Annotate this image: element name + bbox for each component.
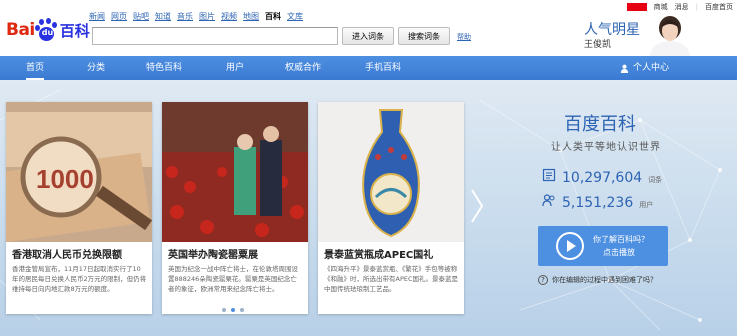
message-link[interactable]: 消息: [675, 2, 689, 12]
news-card-1[interactable]: 1000 香港取消人民币兑换限额 香港金管局宣布，11月17日起取消实行了10年…: [6, 102, 152, 314]
entries-count: 10,297,604: [562, 170, 643, 186]
search-input[interactable]: [92, 27, 338, 45]
navbar-mobile[interactable]: 手机百科: [365, 56, 401, 80]
user-icon: [620, 64, 629, 73]
nav-link-web[interactable]: 网页: [111, 11, 127, 22]
nav-link-tieba[interactable]: 贴吧: [133, 11, 149, 22]
header: Bai du 百科 新闻 网页 贴吧 知道 音乐 图片 视频 地图 百科 文库 …: [0, 0, 737, 56]
carousel-dot-2[interactable]: [231, 308, 235, 312]
card-title[interactable]: 英国举办陶瓷罂粟展: [168, 246, 258, 261]
nav-link-video[interactable]: 视频: [221, 11, 237, 22]
poppy-exhibition-image: [162, 102, 308, 242]
baidu-home-link[interactable]: 百度首页: [705, 2, 733, 12]
popular-star-title[interactable]: 人气明星: [584, 19, 640, 39]
users-count: 5,151,236: [562, 195, 634, 211]
entries-unit: 词条: [648, 176, 663, 184]
enter-entry-button[interactable]: 进入词条: [342, 27, 394, 45]
baike-title: 百度百科: [564, 114, 636, 135]
nav-link-zhidao[interactable]: 知道: [155, 11, 171, 22]
personal-center-label: 个人中心: [632, 63, 669, 73]
users-icon: [542, 194, 555, 207]
nav-link-wenku[interactable]: 文库: [287, 11, 303, 22]
card-description: 《四海升平》景泰蓝赏瓶、《繁花》手包等被称《和融》时，所选出带有APEC国礼。景…: [324, 265, 459, 293]
news-card-2[interactable]: 英国举办陶瓷罂粟展 英国为纪念一战中阵亡将士，在伦敦塔周围设置888246朵陶瓷…: [162, 102, 308, 314]
nav-link-images[interactable]: 图片: [199, 11, 215, 22]
navbar-partners[interactable]: 权威合作: [285, 56, 321, 80]
navbar-users[interactable]: 用户: [226, 56, 244, 80]
baike-homepage: Bai du 百科 新闻 网页 贴吧 知道 音乐 图片 视频 地图 百科 文库 …: [0, 0, 737, 336]
banknote-image: 1000: [6, 102, 152, 242]
svg-text:1000: 1000: [36, 164, 94, 194]
intro-video-button[interactable]: 你了解百科吗？ 点击播放: [538, 226, 668, 266]
nav-link-music[interactable]: 音乐: [177, 11, 193, 22]
intro-play-label: 点击播放: [603, 248, 635, 257]
card-title[interactable]: 香港取消人民币兑换限额: [12, 246, 122, 261]
main-navbar: 首页 分类 特色百科 用户 权威合作 手机百科 个人中心: [0, 56, 737, 80]
help-link[interactable]: 帮助: [457, 32, 471, 42]
document-icon: [542, 168, 556, 182]
navbar-category[interactable]: 分类: [87, 56, 105, 80]
card-description: 香港金管局宣布，11月17日起取消实行了10年的居民每日兑换人民币2万元的限制，…: [12, 265, 147, 293]
news-card-3[interactable]: 景泰蓝赏瓶成APEC国礼 《四海升平》景泰蓝赏瓶、《繁花》手包等被称《和融》时，…: [318, 102, 464, 314]
nav-link-news[interactable]: 新闻: [89, 11, 105, 22]
hero-section: 1000 香港取消人民币兑换限额 香港金管局宣布，11月17日起取消实行了10年…: [0, 80, 737, 336]
carousel-dot-1[interactable]: [222, 308, 226, 312]
baike-slogan: 让人类平等地认识世界: [551, 142, 661, 153]
mall-link[interactable]: 商城: [654, 2, 668, 12]
intro-question: 你了解百科吗？: [593, 235, 649, 244]
personal-center[interactable]: 个人中心: [620, 56, 669, 80]
star-portrait[interactable]: [640, 12, 700, 56]
logo-du: du: [41, 28, 54, 37]
top-right-links: 商城 消息 | 百度首页: [626, 2, 733, 12]
carousel-dot-3[interactable]: [240, 308, 244, 312]
nav-link-baike: 百科: [265, 12, 281, 21]
logo-paw-icon: du: [34, 18, 58, 41]
editing-help-link[interactable]: ? 你在编辑的过程中遇到困难了吗？: [538, 275, 657, 285]
cloisonne-vase-image: [318, 102, 464, 242]
editing-help-label: 你在编辑的过程中遇到困难了吗？: [552, 276, 657, 284]
play-icon: [556, 232, 584, 260]
logo-baike: 百科: [59, 21, 90, 40]
search-entry-button[interactable]: 搜索词条: [398, 27, 450, 45]
carousel-next-arrow-icon[interactable]: [468, 188, 486, 224]
carousel-pagination: [222, 308, 244, 312]
card-title[interactable]: 景泰蓝赏瓶成APEC国礼: [324, 246, 433, 261]
nav-link-map[interactable]: 地图: [243, 11, 259, 22]
product-nav: 新闻 网页 贴吧 知道 音乐 图片 视频 地图 百科 文库: [89, 11, 303, 22]
logo-bai: Bai: [6, 20, 35, 40]
users-stat: 5,151,236 用户: [542, 193, 653, 211]
entries-stat: 10,297,604 词条: [542, 168, 662, 186]
navbar-featured[interactable]: 特色百科: [146, 56, 182, 80]
popular-star-name[interactable]: 王俊凯: [584, 37, 611, 50]
users-unit: 用户: [639, 201, 654, 209]
card-description: 英国为纪念一战中阵亡将士，在伦敦塔周围设置888246朵陶瓷罂粟花。罂粟是英国纪…: [168, 265, 298, 293]
navbar-home[interactable]: 首页: [26, 56, 45, 80]
red-banner-icon: [626, 3, 647, 11]
question-icon: ?: [538, 275, 548, 285]
baidu-baike-logo[interactable]: Bai du 百科: [6, 17, 90, 43]
